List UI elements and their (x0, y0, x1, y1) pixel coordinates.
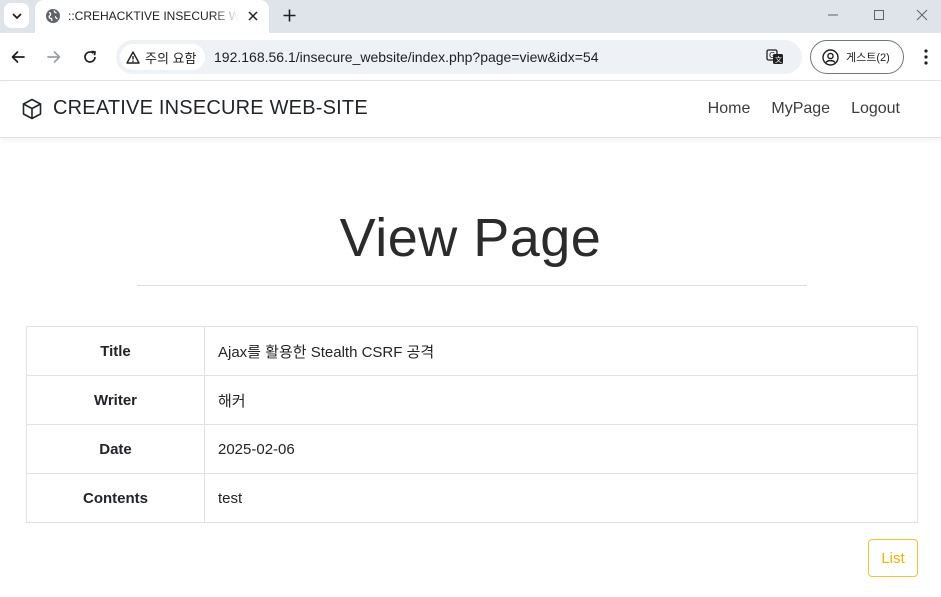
nav-link-logout[interactable]: Logout (851, 100, 900, 118)
back-button[interactable] (4, 43, 32, 71)
translate-icon: G 文 (766, 49, 783, 64)
table-row: Writer 해커 (26, 375, 918, 425)
svg-text:文: 文 (775, 55, 782, 64)
box-icon (22, 98, 42, 119)
reload-icon (84, 50, 96, 63)
url-text[interactable]: 192.168.56.1/insecure_website/index.php?… (214, 49, 599, 65)
reload-button[interactable] (76, 43, 104, 71)
security-label: 주의 요함 (145, 50, 197, 66)
row-value-writer: 해커 (204, 375, 918, 425)
close-icon (248, 11, 258, 21)
row-value-contents: test (204, 473, 918, 523)
table-row: Title Ajax를 활용한 Stealth CSRF 공격 (26, 326, 918, 376)
account-circle-icon (822, 48, 839, 66)
window-close-button[interactable] (902, 0, 941, 30)
profile-label: 게스트(2) (846, 52, 890, 64)
arrow-right-icon (47, 51, 61, 63)
forward-button[interactable] (40, 43, 68, 71)
profile-button[interactable]: 게스트(2) (810, 40, 904, 74)
nav-link-home[interactable]: Home (708, 100, 751, 118)
site-brand[interactable]: CREATIVE INSECURE WEB-SITE (21, 97, 368, 120)
nav-link-mypage[interactable]: MyPage (771, 100, 830, 118)
table-row: Date 2025-02-06 (26, 424, 918, 474)
row-value-title: Ajax를 활용한 Stealth CSRF 공격 (204, 326, 918, 376)
list-button[interactable]: List (868, 539, 918, 577)
active-tab[interactable]: ::CREHACKTIVE INSECURE WEB-SITE:: (35, 0, 269, 33)
tab-title: ::CREHACKTIVE INSECURE WEB-SITE:: (68, 9, 238, 23)
row-label-writer: Writer (26, 375, 205, 425)
minimize-button[interactable] (810, 0, 856, 30)
table-row: Contents test (26, 473, 918, 523)
minimize-icon (828, 14, 838, 16)
maximize-icon (874, 10, 884, 20)
new-tab-button[interactable] (277, 3, 301, 27)
row-label-contents: Contents (26, 473, 205, 523)
site-navbar: CREATIVE INSECURE WEB-SITE Home MyPage L… (0, 82, 941, 138)
row-label-date: Date (26, 424, 205, 474)
globe-icon (46, 9, 60, 23)
close-icon (916, 9, 927, 21)
chevron-down-icon (12, 13, 21, 19)
row-label-title: Title (26, 326, 205, 376)
tab-search-button[interactable] (4, 3, 29, 28)
tab-close-button[interactable] (243, 6, 263, 26)
maximize-button[interactable] (856, 0, 902, 30)
browser-toolbar: 주의 요함 192.168.56.1/insecure_website/inde… (0, 33, 941, 81)
browser-menu-button[interactable] (914, 46, 938, 68)
brand-text: CREATIVE INSECURE WEB-SITE (53, 97, 368, 119)
nav-links: Home MyPage Logout (687, 100, 900, 118)
page-title: View Page (339, 208, 602, 268)
warning-triangle-icon (126, 50, 140, 64)
more-vertical-icon (924, 49, 928, 65)
arrow-left-icon (11, 51, 25, 63)
browser-tab-strip: ::CREHACKTIVE INSECURE WEB-SITE:: (0, 0, 941, 33)
row-value-date: 2025-02-06 (204, 424, 918, 474)
plus-icon (283, 9, 295, 21)
security-indicator-chip[interactable]: 주의 요함 (120, 44, 205, 70)
title-divider (137, 285, 807, 286)
address-bar[interactable]: 주의 요함 192.168.56.1/insecure_website/inde… (116, 40, 802, 74)
post-detail-table: Title Ajax를 활용한 Stealth CSRF 공격 Writer 해… (26, 326, 918, 523)
translate-button[interactable]: G 文 (764, 47, 786, 67)
